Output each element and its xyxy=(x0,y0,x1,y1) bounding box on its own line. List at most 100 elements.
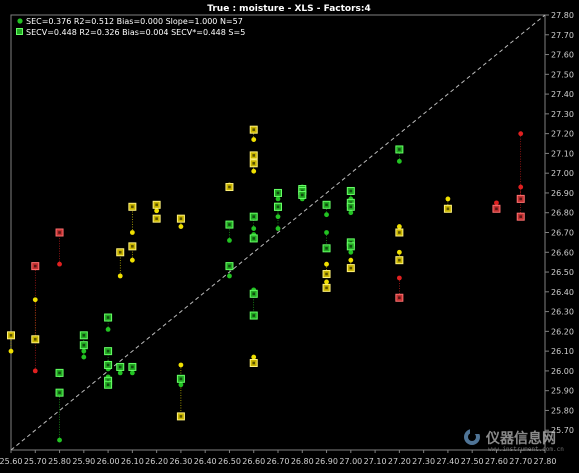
cross-validation-point-center xyxy=(252,292,256,296)
x-tick-label: 26.70 xyxy=(267,457,290,466)
x-tick-label: 26.00 xyxy=(97,457,120,466)
calibration-point xyxy=(275,226,281,231)
y-tick-label: 27.00 xyxy=(551,169,574,178)
calibration-point xyxy=(324,212,329,218)
x-tick-label: 26.20 xyxy=(145,457,168,466)
scatter-chart: True : moisture - XLS - Factors:4 25.702… xyxy=(0,4,574,466)
legend-calibration-text: SEC=0.376 R2=0.512 Bias=0.000 Slope=1.00… xyxy=(26,17,243,26)
calibration-point xyxy=(396,249,402,255)
cross-validation-point-center xyxy=(398,148,401,151)
x-tick-label: 26.90 xyxy=(315,457,338,466)
cross-validation-point-center xyxy=(325,247,328,250)
y-tick-label: 26.40 xyxy=(551,288,574,297)
cross-validation-point-center xyxy=(106,383,110,387)
calibration-point xyxy=(117,273,123,279)
calibration-point xyxy=(227,273,232,279)
calibration-point xyxy=(117,370,123,376)
y-tick-label: 26.30 xyxy=(551,308,574,317)
x-tick-label: 26.30 xyxy=(169,457,192,466)
cross-validation-point-center xyxy=(252,161,256,165)
cross-validation-point-center xyxy=(155,203,158,207)
x-tick-label: 26.80 xyxy=(291,457,314,466)
x-tick-label: 27.50 xyxy=(461,457,484,466)
cross-validation-point-center xyxy=(82,343,86,347)
y-tick-label: 25.80 xyxy=(551,406,574,415)
cross-validation-point-center xyxy=(58,391,61,394)
legend-crossvalidation-text: SECV=0.448 R2=0.326 Bias=0.004 SECV*=0.4… xyxy=(26,28,245,37)
y-tick-label: 26.10 xyxy=(551,347,574,356)
calibration-point xyxy=(396,158,402,164)
calibration-point xyxy=(324,261,329,267)
cross-validation-point-center xyxy=(398,258,401,262)
y-tick-label: 26.00 xyxy=(551,367,574,376)
calibration-points xyxy=(8,131,524,443)
cross-validation-point-center xyxy=(58,231,61,234)
calibration-point xyxy=(178,362,184,368)
calibration-point xyxy=(396,224,402,229)
reference-diagonal xyxy=(10,14,546,451)
cross-validation-point-center xyxy=(446,207,450,211)
cross-validation-point-center xyxy=(398,296,401,300)
x-axis-ticks: 25.60 25.70 25.80 25.90 26.00 26.10 26.20 26.30… xyxy=(0,450,556,466)
y-tick-label: 27.20 xyxy=(551,130,574,139)
calibration-point xyxy=(81,354,87,360)
calibration-point xyxy=(494,200,499,206)
legend: SEC=0.376 R2=0.512 Bias=0.000 Slope=1.00… xyxy=(16,17,245,37)
cross-validation-point-center xyxy=(131,245,134,248)
x-tick-label: 27.30 xyxy=(412,457,435,466)
calibration-point xyxy=(32,297,38,303)
point-connectors xyxy=(10,129,522,441)
y-tick-label: 26.20 xyxy=(551,327,574,336)
y-tick-label: 25.90 xyxy=(551,387,574,396)
calibration-point xyxy=(348,210,354,216)
y-tick-label: 27.40 xyxy=(551,90,574,99)
cross-validation-point-center xyxy=(179,415,183,418)
x-tick-label: 25.70 xyxy=(24,457,47,466)
y-tick-label: 27.50 xyxy=(551,70,574,79)
cross-validation-point-center xyxy=(106,316,110,319)
calibration-point xyxy=(178,224,184,229)
calibration-point xyxy=(324,230,329,235)
calibration-point xyxy=(251,137,257,142)
cross-validation-point-center xyxy=(276,205,280,209)
x-tick-label: 25.80 xyxy=(48,457,71,466)
calibration-point xyxy=(275,214,281,220)
calibration-point xyxy=(324,279,329,285)
calibration-point xyxy=(348,249,354,255)
calibration-point xyxy=(105,326,111,332)
y-tick-label: 27.80 xyxy=(551,11,574,20)
cross-validation-point-center xyxy=(519,197,523,201)
y-tick-label: 27.30 xyxy=(551,110,574,119)
calibration-point xyxy=(57,437,62,443)
x-tick-label: 26.10 xyxy=(121,457,144,466)
chart-title: True : moisture - XLS - Factors:4 xyxy=(207,4,371,14)
calibration-point xyxy=(57,261,62,267)
cross-validation-point-center xyxy=(325,286,328,290)
y-tick-label: 27.10 xyxy=(551,149,574,158)
y-tick-label: 27.70 xyxy=(551,31,574,40)
y-tick-label: 26.90 xyxy=(551,189,574,198)
calibration-point xyxy=(154,208,160,214)
calibration-point xyxy=(251,354,257,360)
y-tick-label: 27.60 xyxy=(551,51,574,60)
cross-validation-point-center xyxy=(131,205,134,209)
cross-validation-point-center xyxy=(252,154,256,157)
x-tick-label: 25.60 xyxy=(0,457,22,466)
cross-validation-point-center xyxy=(398,231,401,234)
x-tick-label: 27.20 xyxy=(388,457,411,466)
x-tick-label: 27.80 xyxy=(534,457,557,466)
y-tick-label: 26.50 xyxy=(551,268,574,277)
calibration-point xyxy=(348,257,354,263)
calibration-point xyxy=(8,348,14,354)
x-tick-label: 26.40 xyxy=(194,457,217,466)
calibration-point xyxy=(396,275,402,281)
y-axis-ticks: 25.7025.8025.9026.0026.1026.2026.3026.40… xyxy=(545,11,574,435)
y-tick-label: 26.80 xyxy=(551,209,574,218)
calibration-point xyxy=(227,238,232,243)
calibration-point xyxy=(518,131,524,137)
y-tick-label: 26.60 xyxy=(551,248,574,257)
x-tick-label: 27.10 xyxy=(364,457,387,466)
cross-validation-point-center xyxy=(82,334,86,337)
cross-validation-point-center xyxy=(131,365,134,369)
cross-validation-point-center xyxy=(276,191,280,195)
